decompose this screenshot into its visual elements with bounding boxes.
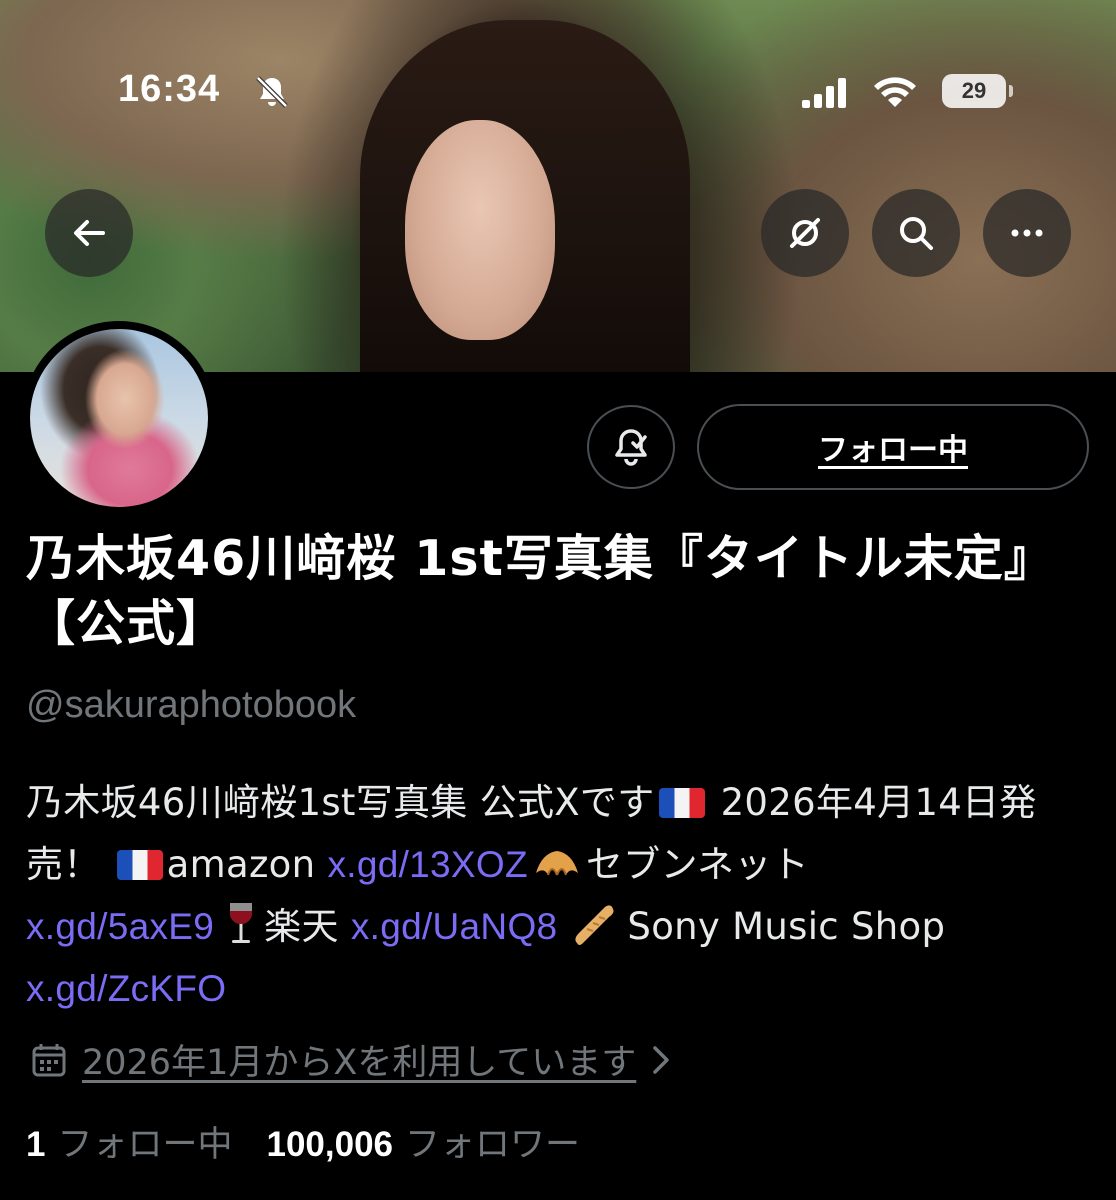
joined-text: 2026年1月からXを利用しています bbox=[82, 1043, 637, 1083]
france-flag-icon bbox=[658, 788, 705, 818]
avatar[interactable] bbox=[22, 321, 216, 515]
banner-face-shape bbox=[405, 120, 555, 340]
bio-amazon: amazon bbox=[166, 843, 328, 886]
croissant-icon bbox=[535, 851, 578, 876]
following-stat[interactable]: 1 フォロー中 bbox=[26, 1116, 232, 1167]
bell-off-icon bbox=[256, 76, 288, 108]
arrow-left-icon bbox=[74, 220, 105, 246]
bio-link-rakuten[interactable]: x.gd/UaNQ8 bbox=[351, 906, 558, 947]
france-flag-icon bbox=[116, 850, 163, 880]
bio-link-amazon[interactable]: x.gd/13XOZ bbox=[327, 844, 527, 885]
following-label: フォロー中 bbox=[57, 1125, 233, 1165]
bio: 乃木坂46川﨑桜1st写真集 公式Xです 2026年4月14日発売！ amazo… bbox=[26, 772, 1096, 1020]
calendar-icon bbox=[32, 1043, 66, 1076]
chevron-right-icon bbox=[653, 1045, 670, 1074]
grok-button[interactable] bbox=[761, 189, 849, 277]
followers-count: 100,006 bbox=[266, 1125, 394, 1164]
baguette-icon bbox=[575, 905, 614, 945]
profile-banner[interactable] bbox=[0, 0, 1116, 372]
more-icon bbox=[1011, 229, 1043, 237]
battery-icon: 29 bbox=[942, 74, 1013, 108]
handle: @sakuraphotobook bbox=[26, 684, 357, 726]
following-button[interactable]: フォロー中 bbox=[697, 404, 1089, 490]
grok-icon bbox=[790, 218, 820, 248]
bio-seven: セブンネット bbox=[585, 843, 809, 886]
signal-icon bbox=[802, 78, 846, 108]
bell-check-icon bbox=[615, 429, 647, 466]
followers-stat[interactable]: 100,006 フォロワー bbox=[266, 1116, 580, 1167]
bio-text: 乃木坂46川﨑桜1st写真集 公式Xです bbox=[26, 781, 655, 824]
search-button[interactable] bbox=[872, 189, 960, 277]
search-icon bbox=[900, 217, 933, 250]
bio-link-seven[interactable]: x.gd/5axE9 bbox=[26, 906, 214, 947]
follow-stats: 1 フォロー中 100,006 フォロワー bbox=[26, 1116, 614, 1167]
following-count: 1 bbox=[26, 1125, 46, 1164]
avatar-image bbox=[30, 329, 208, 507]
joined-date[interactable]: 2026年1月からXを利用しています bbox=[30, 1034, 674, 1085]
notifications-button[interactable] bbox=[587, 405, 675, 489]
back-button[interactable] bbox=[45, 189, 133, 277]
display-name: 乃木坂46川﨑桜 1st写真集『タイトル未定』【公式】 bbox=[26, 530, 1054, 652]
wifi-icon bbox=[874, 77, 916, 107]
wine-glass-icon bbox=[230, 903, 253, 943]
followers-label: フォロワー bbox=[405, 1125, 581, 1165]
more-button[interactable] bbox=[983, 189, 1071, 277]
bio-rakuten: 楽天 bbox=[264, 905, 351, 948]
bio-sony: Sony Music Shop bbox=[627, 905, 946, 948]
status-time: 16:34 bbox=[118, 68, 221, 110]
bio-link-sony[interactable]: x.gd/ZcKFO bbox=[26, 968, 226, 1009]
